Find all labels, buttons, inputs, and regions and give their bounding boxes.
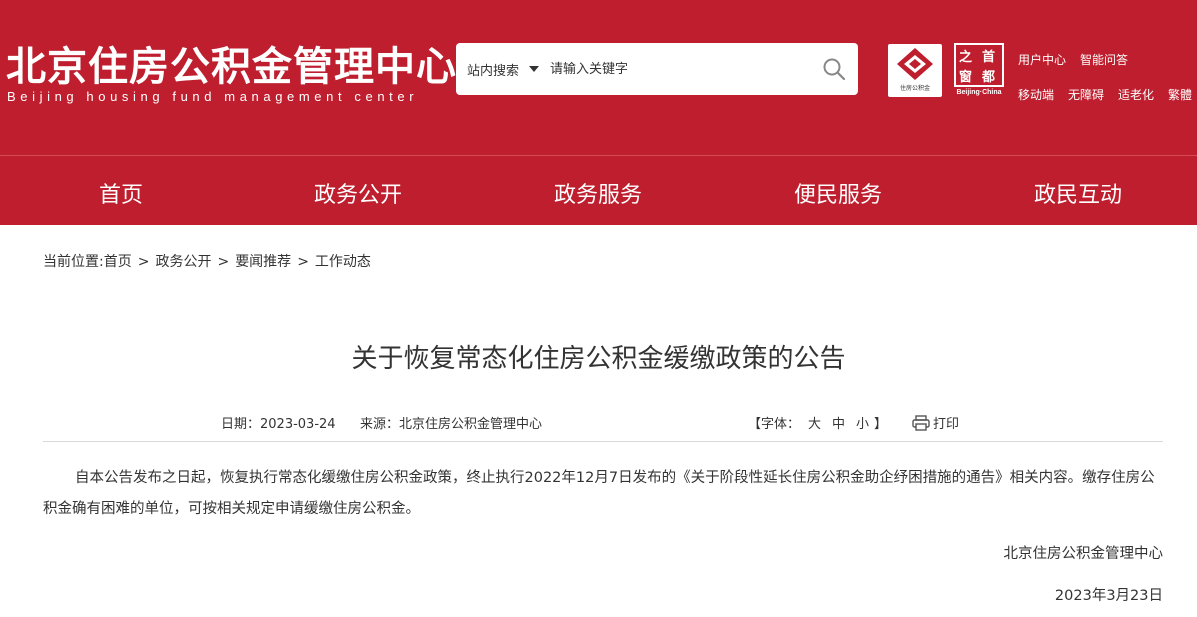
seal-char: 之 bbox=[959, 50, 973, 65]
site-subtitle: Beijing housing fund management center bbox=[7, 89, 419, 104]
nav-item-gov-affairs-public[interactable]: 政务公开 bbox=[314, 177, 402, 209]
nav-item-home[interactable]: 首页 bbox=[99, 177, 143, 209]
font-size-large[interactable]: 大 bbox=[808, 413, 821, 432]
search-input[interactable] bbox=[550, 56, 800, 82]
seal-char: 首 bbox=[982, 50, 996, 65]
seal-caption: Beijing·China bbox=[956, 89, 1002, 96]
mobile-link[interactable]: 移动端 bbox=[1018, 86, 1054, 103]
search-scope-select[interactable]: 站内搜索 bbox=[467, 60, 519, 79]
font-size-small[interactable]: 小 bbox=[856, 413, 869, 432]
divider bbox=[43, 441, 1163, 442]
printer-icon[interactable] bbox=[912, 415, 930, 431]
article-date: 日期：2023-03-24 bbox=[221, 417, 336, 432]
beijing-seal-logo[interactable]: 之 首 窗 都 Beijing·China bbox=[950, 43, 1008, 99]
breadcrumb: 当前位置:首页 > 政务公开 > 要闻推荐 > 工作动态 bbox=[43, 251, 371, 271]
dropdown-arrow-icon[interactable] bbox=[529, 66, 539, 72]
nav-item-interaction[interactable]: 政民互动 bbox=[1034, 177, 1122, 209]
accessibility-link[interactable]: 无障碍 bbox=[1068, 86, 1104, 103]
print-button[interactable]: 打印 bbox=[933, 413, 959, 432]
search-icon[interactable] bbox=[822, 57, 846, 81]
elderly-mode-link[interactable]: 适老化 bbox=[1118, 86, 1154, 103]
font-size-label: 【字体： bbox=[748, 417, 801, 432]
font-size-medium[interactable]: 中 bbox=[832, 413, 845, 432]
font-size-label-close: 】 bbox=[874, 417, 888, 432]
housing-fund-logo-text: 住房公积金 bbox=[899, 85, 930, 92]
breadcrumb-separator: > bbox=[217, 254, 230, 270]
smart-qa-link[interactable]: 智能问答 bbox=[1080, 51, 1128, 68]
breadcrumb-item-news[interactable]: 要闻推荐 bbox=[235, 254, 291, 270]
traditional-chinese-link[interactable]: 繁體 bbox=[1168, 86, 1192, 103]
housing-fund-emblem-icon bbox=[897, 48, 933, 80]
breadcrumb-separator: > bbox=[297, 254, 309, 270]
seal-char: 都 bbox=[982, 70, 996, 85]
user-center-link[interactable]: 用户中心 bbox=[1018, 51, 1066, 68]
breadcrumb-item-home[interactable]: 首页 bbox=[104, 254, 132, 270]
article-source: 来源：北京住房公积金管理中心 bbox=[360, 417, 543, 432]
housing-fund-logo[interactable]: 住房公积金 bbox=[888, 44, 942, 97]
search-box: 站内搜索 bbox=[456, 43, 858, 95]
article-title: 关于恢复常态化住房公积金缓缴政策的公告 bbox=[351, 344, 846, 374]
breadcrumb-prefix: 当前位置: bbox=[43, 254, 104, 270]
site-header: 北京住房公积金管理中心 Beijing housing fund managem… bbox=[0, 0, 1197, 155]
signoff-org: 北京住房公积金管理中心 bbox=[1003, 546, 1164, 562]
breadcrumb-separator: > bbox=[137, 254, 150, 270]
breadcrumb-item-gov-affairs[interactable]: 政务公开 bbox=[155, 254, 211, 270]
signoff-date: 2023年3月23日 bbox=[1054, 588, 1163, 604]
nav-item-gov-services[interactable]: 政务服务 bbox=[554, 177, 642, 209]
nav-item-public-services[interactable]: 便民服务 bbox=[794, 177, 882, 209]
site-title[interactable]: 北京住房公积金管理中心 bbox=[6, 34, 457, 92]
article-body: 自本公告发布之日起，恢复执行常态化缓缴住房公积金政策，终止执行2022年12月7… bbox=[43, 470, 1155, 517]
breadcrumb-item-work-updates[interactable]: 工作动态 bbox=[315, 254, 371, 270]
main-nav: 首页 政务公开 政务服务 便民服务 政民互动 bbox=[0, 155, 1197, 225]
seal-char: 窗 bbox=[959, 70, 973, 85]
beijing-seal-icon: 之 首 窗 都 bbox=[954, 43, 1004, 87]
